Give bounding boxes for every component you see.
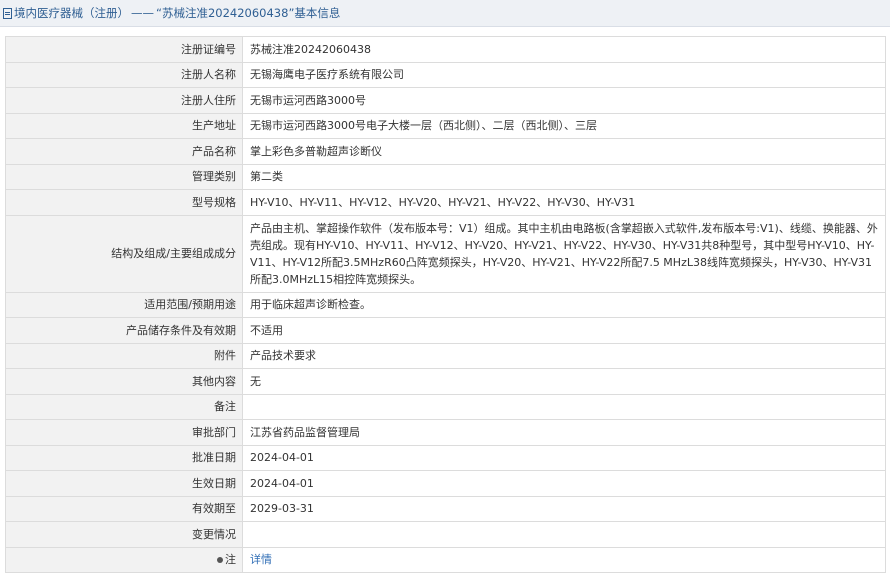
page-header: 境内医疗器械（注册） —— “苏械注准20242060438”基本信息 [0,0,890,27]
row-value: 产品由主机、掌超操作软件（发布版本号：V1）组成。其中主机由电路板(含掌超嵌入式… [242,214,886,293]
row-label: 生效日期 [5,470,243,497]
row-value: 2029-03-31 [242,495,886,522]
row-label: 批准日期 [5,444,243,471]
row-label: 注册证编号 [5,36,243,63]
note-value-cell: 详情 [242,546,886,573]
table-row: 批准日期 2024-04-01 [5,444,886,471]
row-value: 无锡市运河西路3000号电子大楼一层（西北侧）、二层（西北侧）、三层 [242,112,886,139]
row-label: 管理类别 [5,163,243,190]
row-value: 苏械注准20242060438 [242,36,886,63]
note-row: 注 详情 [5,546,886,573]
document-icon [3,7,12,19]
row-value: HY-V10、HY-V11、HY-V12、HY-V20、HY-V21、HY-V2… [242,189,886,216]
row-value: 掌上彩色多普勒超声诊断仪 [242,138,886,165]
table-row: 型号规格 HY-V10、HY-V11、HY-V12、HY-V20、HY-V21、… [5,189,886,216]
table-row: 变更情况 [5,521,886,548]
row-value: 无锡海鹰电子医疗系统有限公司 [242,61,886,88]
table-row: 产品储存条件及有效期 不适用 [5,317,886,344]
note-label-cell: 注 [5,546,243,573]
row-label: 产品储存条件及有效期 [5,317,243,344]
row-label: 产品名称 [5,138,243,165]
table-row: 产品名称 掌上彩色多普勒超声诊断仪 [5,138,886,165]
table-row: 生效日期 2024-04-01 [5,470,886,497]
row-label: 其他内容 [5,368,243,395]
table-row: 注册证编号 苏械注准20242060438 [5,36,886,63]
row-value [242,393,886,420]
row-value [242,521,886,548]
row-label: 备注 [5,393,243,420]
table-row: 适用范围/预期用途 用于临床超声诊断检查。 [5,291,886,318]
row-label: 生产地址 [5,112,243,139]
row-label: 变更情况 [5,521,243,548]
header-separator: —— [131,6,154,20]
row-value: 不适用 [242,317,886,344]
table-row: 注册人住所 无锡市运河西路3000号 [5,87,886,114]
row-value: 2024-04-01 [242,470,886,497]
info-table: 注册证编号 苏械注准20242060438 注册人名称 无锡海鹰电子医疗系统有限… [5,36,886,573]
header-category: 境内医疗器械（注册） [14,6,129,20]
table-row: 附件 产品技术要求 [5,342,886,369]
row-value: 产品技术要求 [242,342,886,369]
row-label: 审批部门 [5,419,243,446]
row-value: 2024-04-01 [242,444,886,471]
row-value: 无锡市运河西路3000号 [242,87,886,114]
row-label: 结构及组成/主要组成成分 [5,214,243,293]
row-label: 附件 [5,342,243,369]
table-row: 生产地址 无锡市运河西路3000号电子大楼一层（西北侧）、二层（西北侧）、三层 [5,112,886,139]
row-label: 型号规格 [5,189,243,216]
row-label: 有效期至 [5,495,243,522]
header-title: “苏械注准20242060438”基本信息 [156,6,341,20]
table-row: 审批部门 江苏省药品监督管理局 [5,419,886,446]
table-row: 其他内容 无 [5,368,886,395]
details-link[interactable]: 详情 [250,553,272,566]
table-row: 结构及组成/主要组成成分 产品由主机、掌超操作软件（发布版本号：V1）组成。其中… [5,214,886,293]
note-label: 注 [225,553,236,567]
row-value: 无 [242,368,886,395]
table-row: 有效期至 2029-03-31 [5,495,886,522]
row-label: 适用范围/预期用途 [5,291,243,318]
table-row: 注册人名称 无锡海鹰电子医疗系统有限公司 [5,61,886,88]
row-value: 用于临床超声诊断检查。 [242,291,886,318]
row-value: 江苏省药品监督管理局 [242,419,886,446]
row-value: 第二类 [242,163,886,190]
pin-icon [217,557,223,564]
table-row: 管理类别 第二类 [5,163,886,190]
row-label: 注册人住所 [5,87,243,114]
table-row: 备注 [5,393,886,420]
row-label: 注册人名称 [5,61,243,88]
